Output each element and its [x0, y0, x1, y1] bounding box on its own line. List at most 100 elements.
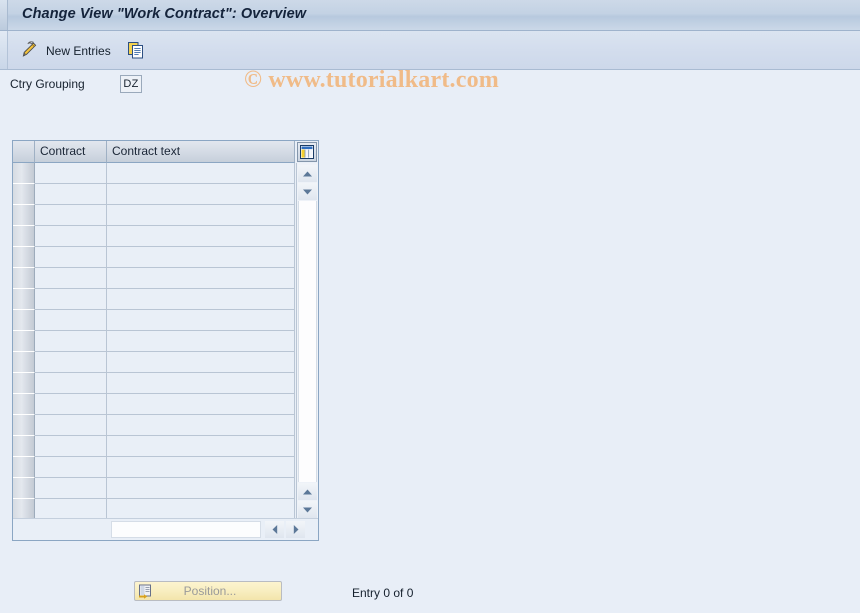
- table-row[interactable]: [13, 499, 318, 520]
- new-entries-label: New Entries: [46, 44, 111, 58]
- cell-contract[interactable]: [35, 289, 107, 310]
- table-settings-icon[interactable]: [297, 142, 317, 162]
- copy-documents-icon: [127, 41, 145, 62]
- cell-contract-text[interactable]: [107, 205, 295, 226]
- ctry-grouping-label: Ctry Grouping: [10, 77, 85, 91]
- cell-contract[interactable]: [35, 352, 107, 373]
- row-select-button[interactable]: [13, 163, 35, 184]
- table-row[interactable]: [13, 310, 318, 331]
- position-button[interactable]: Position...: [134, 581, 282, 601]
- row-select-button[interactable]: [13, 205, 35, 226]
- row-select-button[interactable]: [13, 499, 35, 520]
- table-row[interactable]: [13, 247, 318, 268]
- page-title: Change View "Work Contract": Overview: [22, 6, 307, 22]
- table-row[interactable]: [13, 289, 318, 310]
- row-select-button[interactable]: [13, 331, 35, 352]
- window-title-bar: Change View "Work Contract": Overview: [0, 0, 860, 31]
- cell-contract-text[interactable]: [107, 163, 295, 184]
- table-row[interactable]: [13, 478, 318, 499]
- scroll-down-icon[interactable]: [298, 183, 317, 200]
- entry-status: Entry 0 of 0: [352, 586, 414, 600]
- cell-contract[interactable]: [35, 373, 107, 394]
- row-select-button[interactable]: [13, 394, 35, 415]
- footer-bar: Position... Entry 0 of 0: [0, 578, 860, 613]
- title-bar-left-edge: [0, 0, 8, 30]
- row-select-button[interactable]: [13, 247, 35, 268]
- copy-button[interactable]: [123, 37, 149, 65]
- cell-contract[interactable]: [35, 184, 107, 205]
- column-header-select-all[interactable]: [13, 141, 35, 163]
- cell-contract[interactable]: [35, 457, 107, 478]
- ctry-grouping-value[interactable]: DZ: [120, 75, 142, 93]
- cell-contract-text[interactable]: [107, 247, 295, 268]
- cell-contract-text[interactable]: [107, 331, 295, 352]
- cell-contract-text[interactable]: [107, 352, 295, 373]
- cell-contract-text[interactable]: [107, 373, 295, 394]
- cell-contract-text[interactable]: [107, 226, 295, 247]
- vertical-scroll-track[interactable]: [298, 201, 317, 482]
- scroll-left-icon[interactable]: [265, 521, 284, 538]
- selection-criteria-row: Ctry Grouping DZ: [0, 70, 860, 100]
- cell-contract[interactable]: [35, 478, 107, 499]
- table-row[interactable]: [13, 163, 318, 184]
- cell-contract-text[interactable]: [107, 289, 295, 310]
- cell-contract[interactable]: [35, 415, 107, 436]
- table-row[interactable]: [13, 331, 318, 352]
- horizontal-scroll-track[interactable]: [111, 521, 261, 538]
- cell-contract-text[interactable]: [107, 310, 295, 331]
- table-row[interactable]: [13, 352, 318, 373]
- table-row[interactable]: [13, 436, 318, 457]
- cell-contract-text[interactable]: [107, 415, 295, 436]
- scroll-up-icon[interactable]: [298, 165, 317, 182]
- horizontal-scrollbar[interactable]: [13, 518, 318, 540]
- scroll-page-down-icon[interactable]: [298, 501, 317, 518]
- cell-contract-text[interactable]: [107, 268, 295, 289]
- row-select-button[interactable]: [13, 226, 35, 247]
- row-select-button[interactable]: [13, 310, 35, 331]
- scroll-page-up-icon[interactable]: [298, 483, 317, 500]
- cell-contract-text[interactable]: [107, 436, 295, 457]
- cell-contract[interactable]: [35, 394, 107, 415]
- cell-contract-text[interactable]: [107, 478, 295, 499]
- row-select-button[interactable]: [13, 457, 35, 478]
- table-row[interactable]: [13, 457, 318, 478]
- cell-contract[interactable]: [35, 268, 107, 289]
- column-header-contract-text[interactable]: Contract text: [107, 141, 295, 163]
- cell-contract[interactable]: [35, 226, 107, 247]
- row-select-button[interactable]: [13, 268, 35, 289]
- cell-contract[interactable]: [35, 247, 107, 268]
- table-row[interactable]: [13, 373, 318, 394]
- row-select-button[interactable]: [13, 184, 35, 205]
- vertical-scrollbar[interactable]: [296, 163, 318, 520]
- cell-contract-text[interactable]: [107, 457, 295, 478]
- new-entries-button[interactable]: New Entries: [14, 37, 115, 65]
- cell-contract[interactable]: [35, 163, 107, 184]
- row-select-button[interactable]: [13, 373, 35, 394]
- row-select-button[interactable]: [13, 352, 35, 373]
- position-button-label: Position...: [183, 584, 237, 598]
- scroll-right-icon[interactable]: [286, 521, 305, 538]
- cell-contract[interactable]: [35, 205, 107, 226]
- contract-table: Contract Contract text: [12, 140, 319, 541]
- table-row[interactable]: [13, 226, 318, 247]
- cell-contract[interactable]: [35, 436, 107, 457]
- row-select-button[interactable]: [13, 478, 35, 499]
- pencil-icon: [18, 40, 38, 62]
- application-toolbar: New Entries © www.tutorialkart.com: [0, 31, 860, 93]
- table-header-row: Contract Contract text: [13, 141, 318, 163]
- cell-contract[interactable]: [35, 310, 107, 331]
- row-select-button[interactable]: [13, 415, 35, 436]
- table-row[interactable]: [13, 415, 318, 436]
- cell-contract-text[interactable]: [107, 184, 295, 205]
- table-row[interactable]: [13, 394, 318, 415]
- table-row[interactable]: [13, 184, 318, 205]
- cell-contract[interactable]: [35, 331, 107, 352]
- cell-contract-text[interactable]: [107, 499, 295, 520]
- row-select-button[interactable]: [13, 436, 35, 457]
- column-header-contract[interactable]: Contract: [35, 141, 107, 163]
- row-select-button[interactable]: [13, 289, 35, 310]
- table-row[interactable]: [13, 205, 318, 226]
- table-row[interactable]: [13, 268, 318, 289]
- cell-contract-text[interactable]: [107, 394, 295, 415]
- cell-contract[interactable]: [35, 499, 107, 520]
